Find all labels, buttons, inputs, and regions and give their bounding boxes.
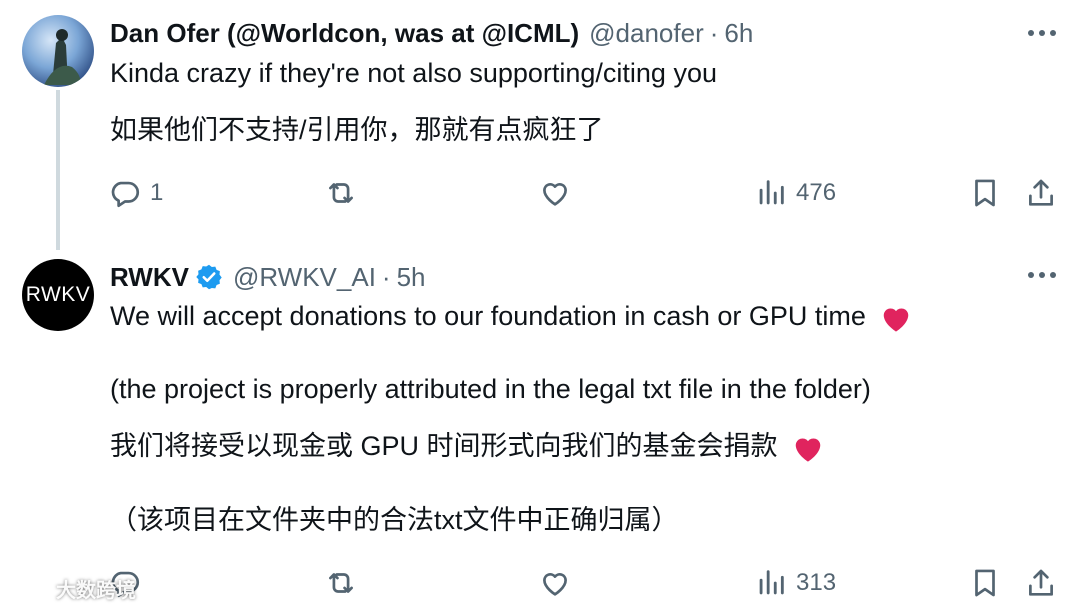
tweet-text-zh-1-content: 我们将接受以现金或 GPU 时间形式向我们的基金会捐款 xyxy=(110,431,778,461)
like-button[interactable] xyxy=(538,176,572,210)
avatar-danofer[interactable] xyxy=(22,15,94,87)
reply-icon xyxy=(111,181,140,208)
tweet-actions: 313 xyxy=(0,566,1080,606)
views-count: 313 xyxy=(796,569,837,596)
tweet-text-en-2: (the project is properly attributed in t… xyxy=(110,374,871,404)
author-name[interactable]: Dan Ofer (@Worldcon, was at @ICML) xyxy=(110,18,579,49)
tweet-text-en-1: We will accept donations to our foundati… xyxy=(110,301,913,333)
more-icon[interactable] xyxy=(1028,272,1056,278)
retweet-button[interactable] xyxy=(324,176,358,210)
retweet-button[interactable] xyxy=(324,566,358,600)
timestamp[interactable]: 5h xyxy=(397,262,426,293)
more-icon[interactable] xyxy=(1028,30,1056,36)
views-button[interactable]: 313 xyxy=(754,566,836,600)
views-button[interactable]: 476 xyxy=(754,176,836,210)
timestamp[interactable]: 6h xyxy=(724,18,753,49)
tweet-header: RWKV @RWKV_AI · 5h xyxy=(110,260,426,294)
tweet-text-en: Kinda crazy if they're not also supporti… xyxy=(110,58,717,88)
avatar-rwkv-text: RWKV xyxy=(25,283,91,306)
tweet-text-zh-1: 我们将接受以现金或 GPU 时间形式向我们的基金会捐款 xyxy=(110,424,825,463)
share-icon xyxy=(1029,179,1053,206)
views-count: 476 xyxy=(796,179,837,206)
bookmark-button[interactable] xyxy=(968,176,1002,210)
bookmark-icon xyxy=(975,569,995,597)
watermark-logo-icon xyxy=(9,578,47,599)
like-button[interactable] xyxy=(538,566,572,600)
heart-emoji-icon xyxy=(884,308,909,332)
separator: · xyxy=(381,261,391,292)
tweet-text-zh: 如果他们不支持/引用你，那就有点疯狂了 xyxy=(110,115,604,145)
share-button[interactable] xyxy=(1024,566,1058,600)
bookmark-button[interactable] xyxy=(968,566,1002,600)
author-handle[interactable]: @RWKV_AI xyxy=(233,262,376,293)
share-button[interactable] xyxy=(1024,176,1058,210)
tweet-actions: 1 476 xyxy=(0,176,1080,216)
watermark-text: 大数跨境 xyxy=(56,580,136,602)
tweet-text-zh-2: （该项目在文件夹中的合法txt文件中正确归属） xyxy=(110,505,679,535)
avatar-rwkv[interactable]: RWKV xyxy=(22,259,94,331)
share-icon xyxy=(1029,569,1053,596)
author-handle[interactable]: @danofer xyxy=(589,18,704,49)
views-icon xyxy=(759,570,784,595)
views-icon xyxy=(759,180,784,205)
retweet-icon xyxy=(329,183,353,203)
bookmark-icon xyxy=(975,179,995,207)
retweet-icon xyxy=(329,573,353,593)
tweet-header: Dan Ofer (@Worldcon, was at @ICML) @dano… xyxy=(110,16,753,50)
heart-emoji-icon xyxy=(795,438,821,462)
author-name[interactable]: RWKV xyxy=(110,262,189,293)
like-icon xyxy=(543,183,567,206)
separator: · xyxy=(709,17,719,48)
watermark: 大数跨境 xyxy=(8,574,136,603)
tweet-text-en-1-content: We will accept donations to our foundati… xyxy=(110,301,866,331)
reply-button[interactable]: 1 xyxy=(108,176,163,210)
verified-badge-icon xyxy=(196,264,222,290)
like-icon xyxy=(543,573,567,596)
reply-count: 1 xyxy=(150,179,164,206)
thread-line xyxy=(56,90,60,250)
